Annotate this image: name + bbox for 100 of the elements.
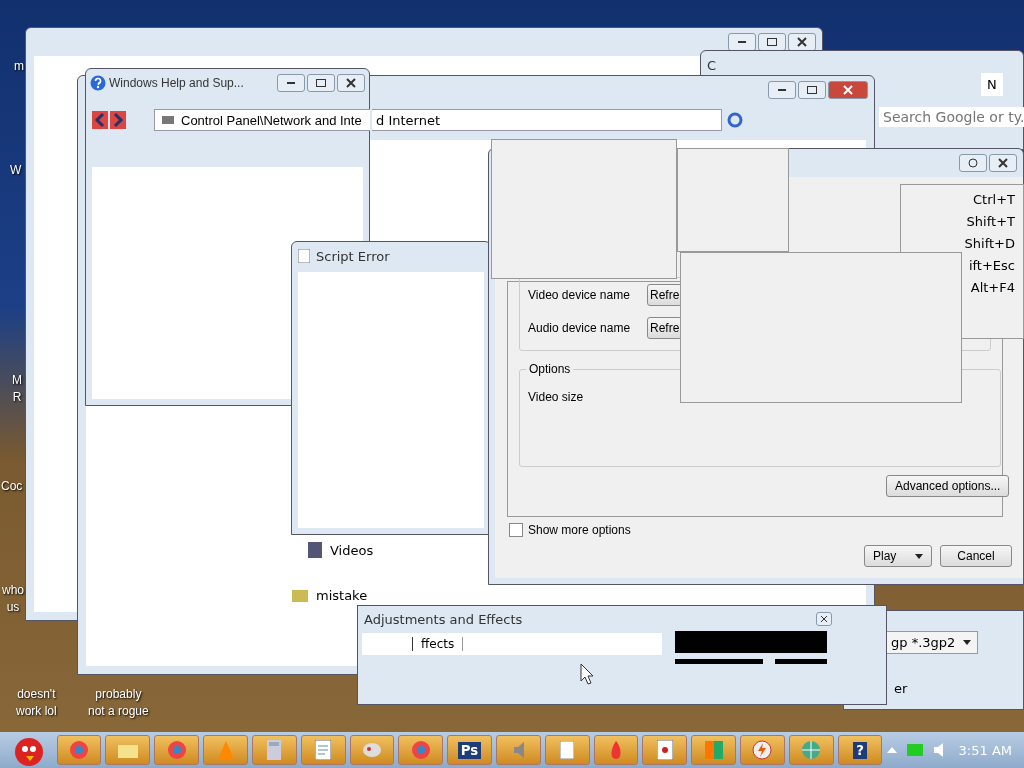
- desktop-icon-label[interactable]: Coc: [1, 478, 23, 495]
- refresh-button[interactable]: Refre: [647, 283, 683, 306]
- taskbar-button[interactable]: ?: [837, 735, 883, 765]
- taskbar-button[interactable]: [593, 735, 639, 765]
- close-icon: [346, 78, 356, 88]
- taskbar-button[interactable]: Ps: [447, 735, 492, 765]
- group-label: Options: [526, 362, 574, 376]
- help-button[interactable]: [959, 154, 987, 172]
- taskbar-button[interactable]: [398, 735, 444, 765]
- field-label: Audio device name: [528, 320, 632, 335]
- calculator-icon: [267, 740, 282, 760]
- address-bar[interactable]: Control Panel\Network and Inte: [154, 109, 370, 131]
- maximize-icon: [807, 86, 817, 94]
- taskbar-button[interactable]: [300, 735, 346, 765]
- app-logo: ?: [853, 741, 867, 759]
- shortcut-text: Alt+F4: [970, 279, 1015, 297]
- folder-icon: [117, 742, 138, 758]
- minimize-icon: [287, 82, 295, 84]
- maximize-icon: [767, 38, 777, 46]
- close-icon: [998, 158, 1008, 168]
- filter-dropdown[interactable]: gp *.3gp2: [884, 631, 979, 654]
- minimize-icon: [738, 41, 746, 43]
- taskbar-button[interactable]: [495, 735, 541, 765]
- desktop-icon-label[interactable]: who us: [2, 582, 24, 616]
- back-arrow-icon[interactable]: [92, 111, 108, 129]
- shortcut-text: Shift+D: [964, 235, 1015, 253]
- notepad-icon: [315, 740, 332, 760]
- taskbar-button[interactable]: [544, 735, 590, 765]
- level-bar: [775, 659, 827, 664]
- desktop-icon-label[interactable]: doesn't work lol: [16, 686, 57, 720]
- tab[interactable]: ffects: [412, 637, 464, 651]
- desktop-icon-label[interactable]: m: [14, 58, 24, 75]
- shortcut-text: Ctrl+T: [973, 191, 1015, 209]
- cards-icon: [656, 740, 673, 760]
- close-button[interactable]: [989, 154, 1017, 172]
- square-logo-icon: [704, 741, 723, 759]
- desktop-icon-label[interactable]: W: [10, 162, 22, 179]
- minimize-button[interactable]: [728, 33, 756, 51]
- mouse-cursor-icon: [580, 663, 594, 685]
- caret-icon: [915, 553, 923, 559]
- maximize-button[interactable]: [307, 74, 335, 92]
- field-label: Video device name: [528, 287, 631, 302]
- cancel-button[interactable]: Cancel: [940, 545, 1012, 567]
- forward-arrow-icon[interactable]: [110, 111, 126, 129]
- close-button[interactable]: [828, 81, 868, 99]
- window-title: C: [707, 57, 718, 73]
- browser-tab[interactable]: N: [981, 73, 1003, 96]
- field-label: Video size: [528, 390, 584, 404]
- close-button[interactable]: [788, 33, 816, 51]
- minimize-button[interactable]: [768, 81, 796, 99]
- minimize-button[interactable]: [277, 74, 305, 92]
- taskbar-button[interactable]: [349, 735, 395, 765]
- taskbar-button[interactable]: [642, 735, 688, 765]
- address-bar[interactable]: d Internet: [372, 109, 722, 131]
- desktop-icon-label[interactable]: probably not a rogue: [88, 686, 149, 720]
- list-item[interactable]: Videos: [308, 542, 374, 558]
- round-logo-icon: [69, 740, 90, 760]
- app-logo: Ps: [457, 741, 482, 759]
- speaker-icon: [512, 741, 525, 759]
- close-icon: [797, 37, 807, 47]
- folder-icon: [292, 589, 308, 602]
- cone-icon: [216, 740, 235, 760]
- shortcut-text: ift+Esc: [968, 257, 1015, 275]
- round-logo-icon: [410, 740, 431, 760]
- taskbar-button[interactable]: [203, 735, 248, 765]
- lightning-icon: [752, 740, 773, 760]
- refresh-icon[interactable]: [726, 111, 744, 129]
- taskbar-button[interactable]: [740, 735, 785, 765]
- window-title: Adjustments and Effects: [364, 611, 524, 627]
- round-logo-icon: [166, 740, 187, 760]
- close-icon: [820, 615, 828, 623]
- play-button[interactable]: Play: [864, 545, 932, 567]
- document-icon: [298, 249, 310, 263]
- minimize-icon: [778, 89, 786, 91]
- globe-icon: [801, 740, 822, 760]
- search-field[interactable]: Search Google or ty.: [879, 107, 1024, 127]
- list-item[interactable]: mistake: [292, 588, 368, 603]
- taskbar-button[interactable]: [251, 735, 297, 765]
- close-icon: [843, 85, 853, 95]
- advanced-options-button[interactable]: Advanced options...: [886, 475, 1010, 497]
- close-button[interactable]: [337, 74, 365, 92]
- refresh-button[interactable]: Refre: [647, 316, 683, 339]
- window-title: Windows Help and Sup...: [109, 76, 244, 90]
- shortcut-text: Shift+T: [966, 213, 1015, 231]
- show-more-checkbox[interactable]: Show more options: [509, 523, 631, 537]
- desktop-icon-label[interactable]: M R: [12, 372, 22, 406]
- taskbar-button[interactable]: [691, 735, 737, 765]
- close-button[interactable]: [816, 612, 832, 626]
- maximize-button[interactable]: [758, 33, 786, 51]
- up-arrow-icon[interactable]: [886, 747, 897, 753]
- document-icon: [560, 741, 575, 759]
- help-icon: [90, 75, 106, 91]
- window-title: Script Error: [316, 248, 391, 264]
- caret-icon: [963, 640, 972, 645]
- taskbar-button[interactable]: [788, 735, 834, 765]
- help-icon: [968, 158, 978, 168]
- taskbar-button[interactable]: [56, 735, 102, 765]
- taskbar-button[interactable]: [154, 735, 200, 765]
- taskbar-button[interactable]: [105, 735, 151, 765]
- maximize-button[interactable]: [798, 81, 826, 99]
